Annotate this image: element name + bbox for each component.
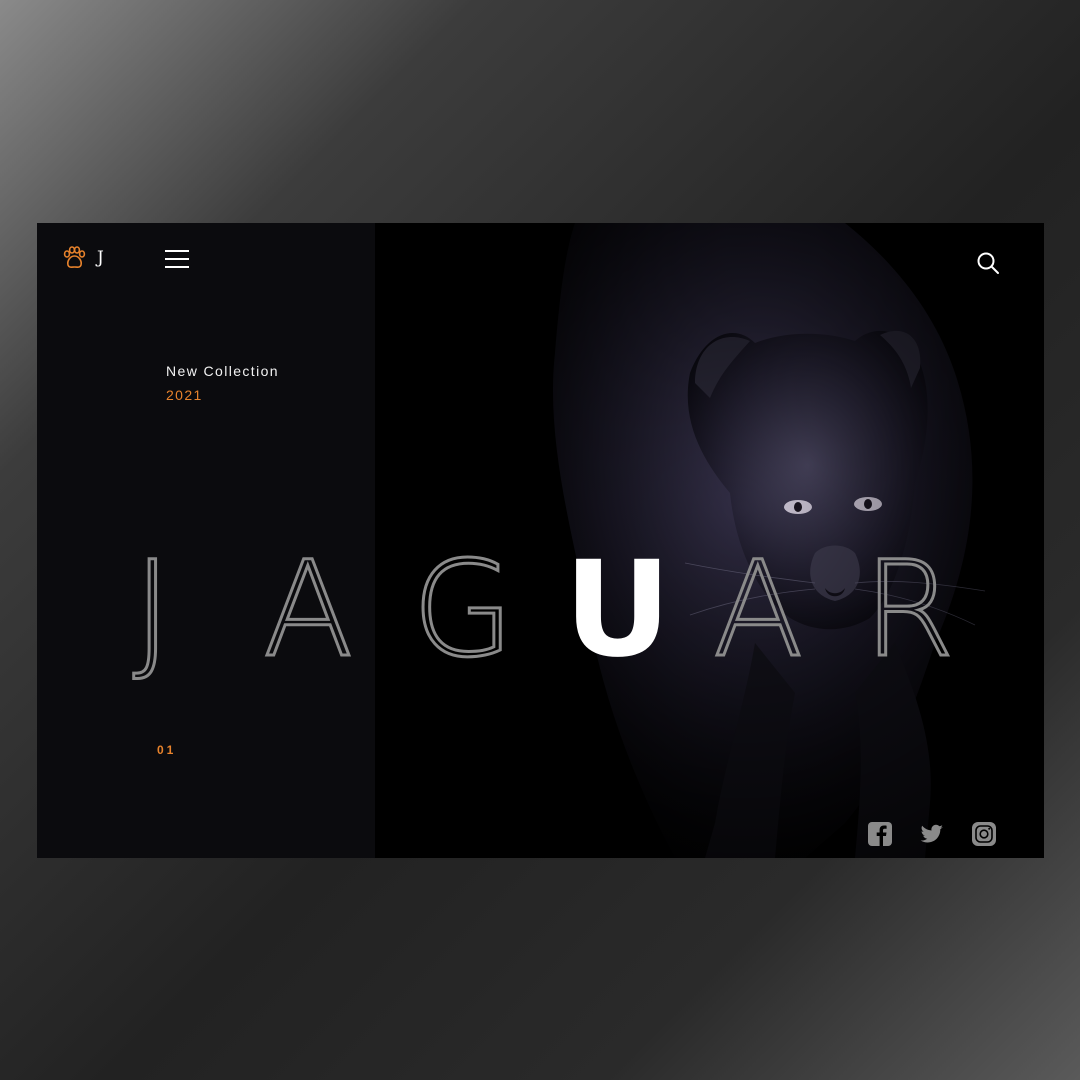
- paw-icon: [63, 246, 86, 268]
- slide-index: 01: [157, 743, 177, 757]
- headline-letter: A: [261, 533, 354, 687]
- headline-letter: G: [410, 533, 515, 687]
- headline-letter: R: [862, 533, 957, 687]
- headline-letter: A: [711, 533, 804, 687]
- hamburger-icon-bar: [165, 258, 189, 260]
- brand-letter: J: [97, 248, 104, 268]
- search-icon[interactable]: [976, 251, 1000, 275]
- social-links: [868, 822, 996, 846]
- headline: J A G U A R: [37, 533, 1044, 687]
- collection-label: New Collection: [166, 363, 279, 379]
- instagram-icon[interactable]: [972, 822, 996, 846]
- hamburger-icon: [165, 250, 189, 252]
- hamburger-icon-bar: [165, 266, 189, 268]
- brand-logo[interactable]: J: [61, 245, 104, 271]
- headline-letter-highlight: U: [564, 533, 672, 687]
- twitter-icon[interactable]: [920, 822, 944, 846]
- headline-letter: J: [132, 533, 174, 687]
- facebook-icon[interactable]: [868, 822, 892, 846]
- menu-button[interactable]: [165, 250, 189, 270]
- landing-page: J New Collection 2021 J A G U A R 01: [37, 223, 1044, 858]
- collection-year: 2021: [166, 387, 203, 403]
